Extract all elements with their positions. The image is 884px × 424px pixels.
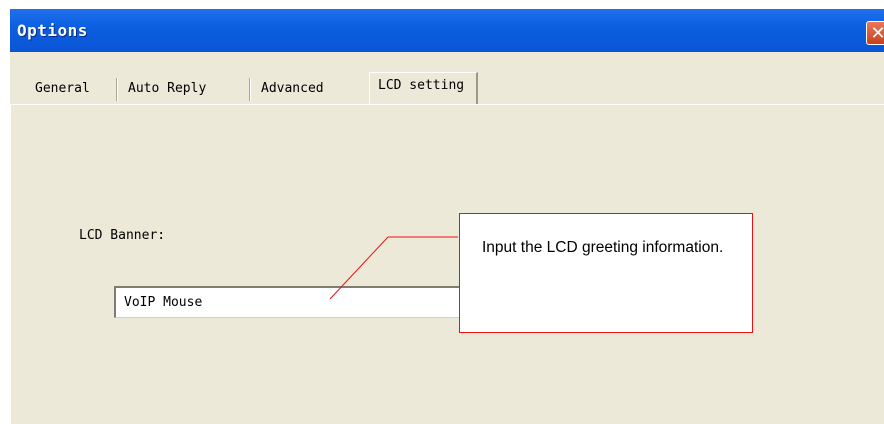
callout-leader-line <box>329 236 458 300</box>
callout-pointer <box>329 236 458 300</box>
callout-text: Input the LCD greeting information. <box>482 239 724 256</box>
annotation-callout: Input the LCD greeting information. <box>459 213 753 333</box>
